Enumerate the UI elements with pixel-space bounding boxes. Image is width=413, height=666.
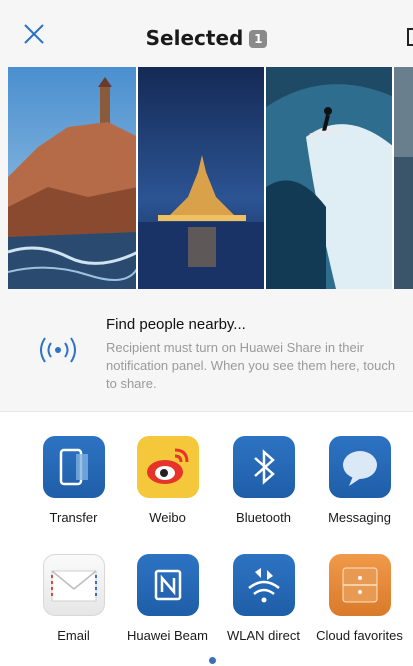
rocky-coast-lighthouse-image [8,67,136,289]
photo-thumbnail[interactable] [138,67,266,289]
email-icon [42,554,105,616]
nearby-title: Find people nearby... [106,316,246,333]
bluetooth-icon [232,436,295,498]
photo-thumbnail[interactable] [394,67,413,289]
wlan-direct-label: WLAN direct [227,628,300,643]
messaging-label: Messaging [328,510,391,525]
weibo-label: Weibo [149,510,186,525]
share-apps-grid: Transfer Weibo Bluetooth Messaging Email… [0,412,413,666]
surfer-wave-image [266,67,392,289]
nfc-beam-icon [136,554,199,616]
share-wlan-direct-button[interactable]: WLAN direct [216,554,311,643]
partial-photo-image [394,67,413,289]
nearby-description: Recipient must turn on Huawei Share in t… [106,340,396,391]
email-label: Email [57,628,90,643]
bluetooth-label: Bluetooth [236,510,291,525]
weibo-icon [136,436,199,498]
top-bar: Selected 1 [0,0,413,67]
edge-bracket-icon [407,28,413,46]
photo-thumbnail[interactable] [8,67,138,289]
share-bluetooth-button[interactable]: Bluetooth [216,436,311,525]
share-cloud-favorites-button[interactable]: Cloud favorites [312,554,407,643]
share-huawei-beam-button[interactable]: Huawei Beam [120,554,215,643]
wireless-share-icon [40,337,76,363]
share-transfer-button[interactable]: Transfer [26,436,121,525]
photo-thumbnail[interactable] [266,67,394,289]
mont-saint-michel-night-image [138,67,264,289]
cloud-favorites-icon [328,554,391,616]
page-indicator-dot [209,657,216,664]
selected-photos-strip[interactable] [0,67,413,289]
messaging-icon [328,436,391,498]
share-weibo-button[interactable]: Weibo [120,436,215,525]
transfer-label: Transfer [49,510,98,525]
share-email-button[interactable]: Email [26,554,121,643]
transfer-icon [42,436,105,498]
wlan-direct-icon [232,554,295,616]
cloud-favorites-label: Cloud favorites [316,628,403,643]
selected-count-badge: 1 [249,30,268,48]
huawei-beam-label: Huawei Beam [127,628,208,643]
page-title-wrap: Selected 1 [0,26,413,50]
share-messaging-button[interactable]: Messaging [312,436,407,525]
page-title: Selected [145,26,244,50]
find-people-nearby[interactable]: Find people nearby... Recipient must tur… [0,289,413,412]
